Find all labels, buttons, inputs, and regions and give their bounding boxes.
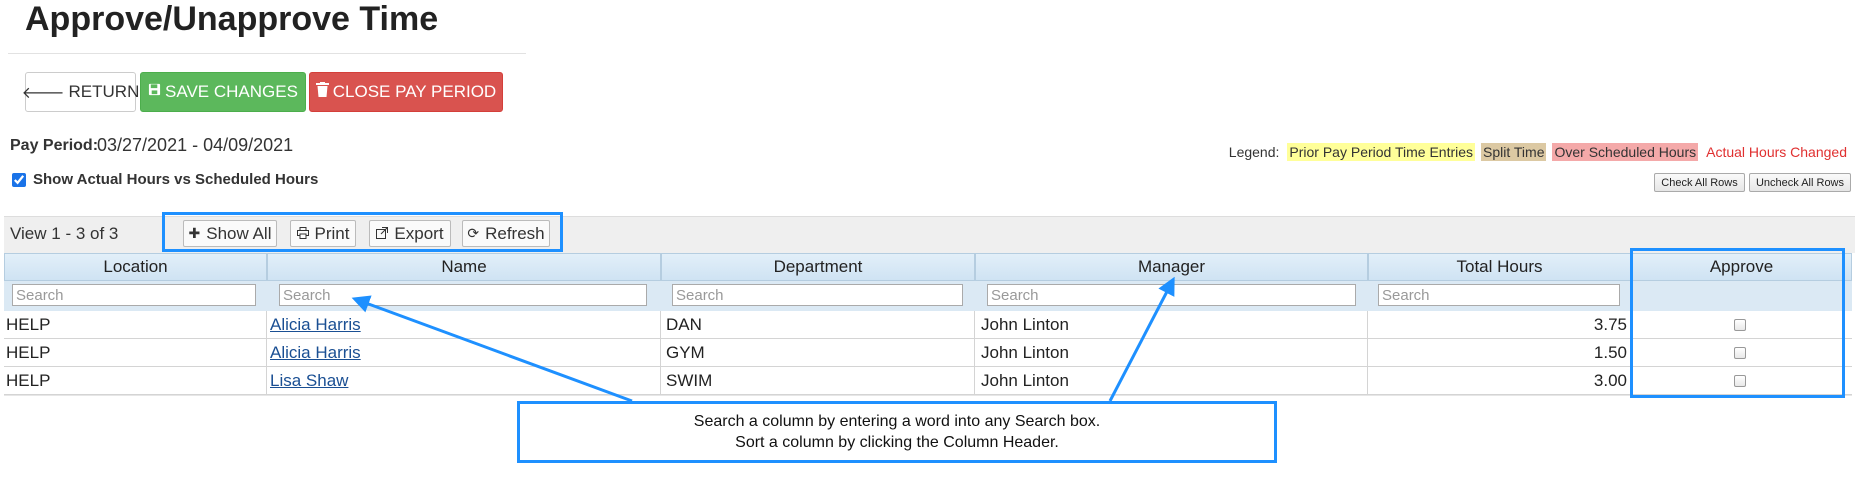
save-changes-button[interactable]: SAVE CHANGES (140, 72, 306, 112)
toolbar-highlight-box (162, 212, 563, 252)
show-actual-hours-toggle[interactable]: Show Actual Hours vs Scheduled Hours (12, 171, 318, 188)
pay-period-value: 03/27/2021 - 04/09/2021 (97, 135, 294, 155)
department-cell: GYM (661, 339, 975, 366)
manager-cell: John Linton (975, 339, 1368, 366)
legend-label: Legend: (1228, 144, 1280, 160)
legend-actual-changed: Actual Hours Changed (1706, 144, 1847, 160)
employee-name-link[interactable]: Alicia Harris (270, 315, 361, 334)
save-changes-label: SAVE CHANGES (165, 82, 298, 101)
title-divider (8, 53, 526, 54)
table-row: HELP Alicia Harris GYM John Linton 1.50 (4, 339, 1852, 367)
page-title: Approve/Unapprove Time (25, 0, 439, 38)
approve-column-highlight-box (1630, 248, 1845, 398)
name-search-input[interactable] (279, 284, 647, 306)
uncheck-all-rows-button[interactable]: Uncheck All Rows (1749, 173, 1851, 192)
close-pay-period-label: CLOSE PAY PERIOD (332, 82, 497, 101)
column-header-name[interactable]: Name (267, 253, 661, 281)
manager-cell: John Linton (975, 367, 1368, 394)
department-search-input[interactable] (672, 284, 963, 306)
name-cell: Alicia Harris (267, 311, 661, 338)
callout-line-1: Search a column by entering a word into … (693, 413, 1101, 430)
department-cell: SWIM (661, 367, 975, 394)
grid-bottom-rule (4, 395, 1852, 396)
employee-name-link[interactable]: Lisa Shaw (270, 371, 348, 390)
search-filter-row (4, 281, 1852, 311)
column-header-location[interactable]: Location (4, 253, 267, 281)
legend-prior-pay-period: Prior Pay Period Time Entries (1287, 143, 1476, 161)
department-cell: DAN (661, 311, 975, 338)
legend: Legend: Prior Pay Period Time Entries Sp… (1221, 143, 1849, 161)
total-hours-cell: 3.75 (1368, 311, 1631, 338)
total-hours-search-input[interactable] (1378, 284, 1620, 306)
record-count: View 1 - 3 of 3 (10, 224, 119, 243)
return-label: RETURN (68, 82, 140, 101)
table-header: Location Name Department Manager Total H… (4, 253, 1852, 281)
location-cell: HELP (4, 339, 267, 366)
check-all-rows-button[interactable]: Check All Rows (1654, 173, 1745, 192)
employee-name-link[interactable]: Alicia Harris (270, 343, 361, 362)
legend-over-scheduled: Over Scheduled Hours (1552, 143, 1699, 161)
show-actual-hours-label: Show Actual Hours vs Scheduled Hours (33, 171, 319, 188)
callout-line-2: Sort a column by clicking the Column Hea… (735, 434, 1059, 451)
table-row: HELP Lisa Shaw SWIM John Linton 3.00 (4, 367, 1852, 395)
close-pay-period-button[interactable]: CLOSE PAY PERIOD (309, 72, 503, 112)
column-header-department[interactable]: Department (661, 253, 975, 281)
manager-cell: John Linton (975, 311, 1368, 338)
name-cell: Alicia Harris (267, 339, 661, 366)
location-cell: HELP (4, 311, 267, 338)
column-header-total-hours[interactable]: Total Hours (1368, 253, 1631, 281)
table-row: HELP Alicia Harris DAN John Linton 3.75 (4, 311, 1852, 339)
name-cell: Lisa Shaw (267, 367, 661, 394)
show-actual-hours-checkbox[interactable] (12, 172, 26, 187)
pay-period-label: Pay Period: (10, 137, 99, 154)
floppy-disk-icon (148, 83, 161, 101)
total-hours-cell: 1.50 (1368, 339, 1631, 366)
trash-icon (315, 82, 329, 102)
column-header-manager[interactable]: Manager (975, 253, 1368, 281)
legend-split-time: Split Time (1481, 143, 1547, 161)
total-hours-cell: 3.00 (1368, 367, 1631, 394)
arrow-left-icon: 🡐 (21, 84, 65, 102)
location-cell: HELP (4, 367, 267, 394)
location-search-input[interactable] (12, 284, 256, 306)
instruction-callout: Search a column by entering a word into … (517, 401, 1277, 463)
return-button[interactable]: 🡐 RETURN (21, 72, 139, 112)
manager-search-input[interactable] (987, 284, 1356, 306)
